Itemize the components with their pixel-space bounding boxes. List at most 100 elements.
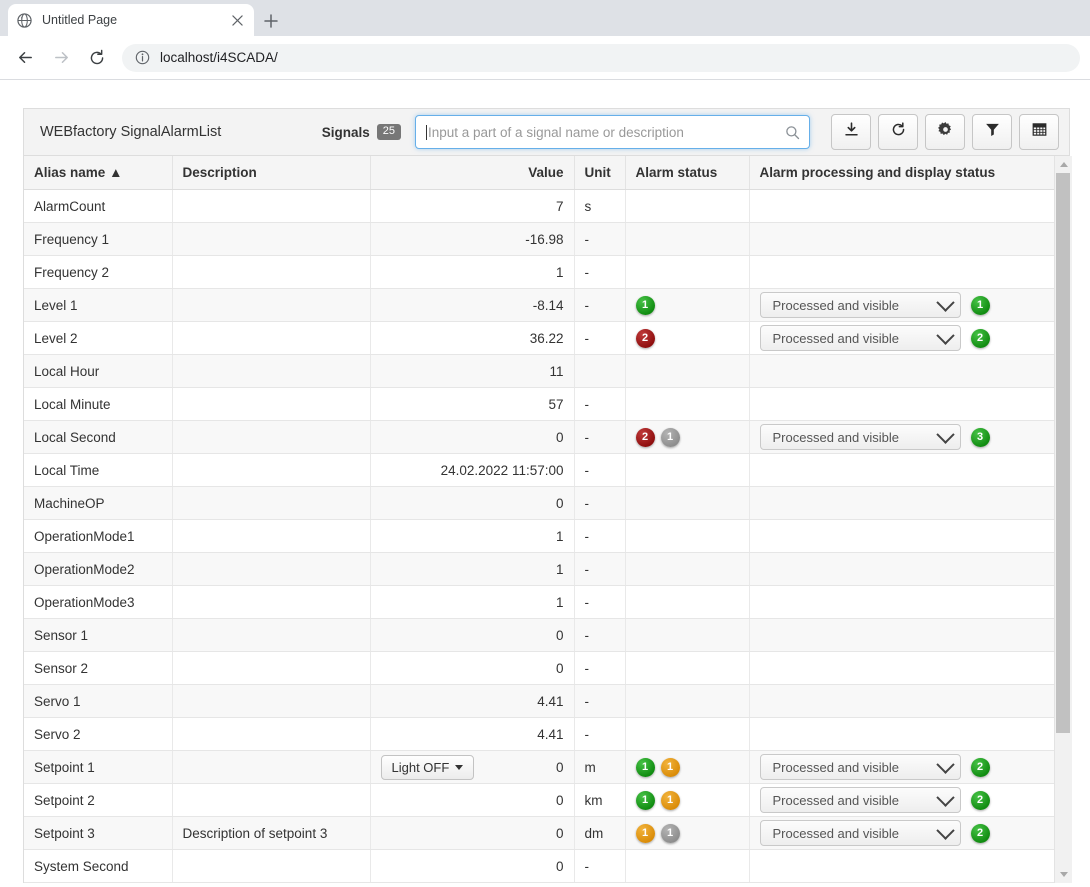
search-field-wrapper[interactable] [415,115,810,149]
processing-status-select[interactable]: Processed and visible [759,787,961,813]
triangle-down-icon[interactable] [1055,866,1072,883]
table-row[interactable]: Level 2 36.22-2 Processed and visible 2 [24,321,1054,355]
table-row[interactable]: OperationMode2 1- [24,552,1054,586]
table-row[interactable]: Local Hour 11 [24,354,1054,388]
column-header-unit[interactable]: Unit [574,156,626,190]
cell-alarm-status [625,453,750,487]
cell-alarm-processing: Processed and visible 2 [749,321,1054,355]
settings-button[interactable] [925,114,965,150]
plus-icon[interactable] [258,8,284,34]
refresh-button[interactable] [878,114,918,150]
value-cell-inner: 57 [381,388,563,420]
filter-button[interactable] [972,114,1012,150]
address-bar[interactable]: localhost/i4SCADA/ [122,43,1080,72]
scrollbar-thumb[interactable] [1056,173,1070,733]
value-text: 11 [549,363,564,379]
value-text: -16.98 [525,231,564,247]
cell-alarm-processing [749,222,1054,256]
alarm-status-badges [636,850,739,882]
processing-count-badge: 2 [970,823,990,843]
cell-alarm-status [625,222,750,256]
cell-unit: - [574,618,626,652]
close-icon[interactable] [228,11,246,29]
column-header-value[interactable]: Value [370,156,575,190]
value-text: 0 [555,759,564,775]
value-text: 1 [555,528,564,544]
value-text: 1 [555,264,564,280]
processing-status-select[interactable]: Processed and visible [759,424,961,450]
alarm-status-badges [636,619,739,651]
value-cell-inner: 7 [381,190,564,222]
cell-alarm-processing [749,519,1054,553]
table-row[interactable]: Local Second 0-2 1 Processed and visible 3 [24,420,1054,454]
table-row[interactable]: Frequency 2 1- [24,255,1054,289]
cell-alarm-processing [749,354,1054,388]
table-row[interactable]: Sensor 2 0- [24,651,1054,685]
cell-alias-name: Servo 1 [24,684,173,718]
cell-alarm-processing: Processed and visible 1 [749,288,1054,322]
columns-grid-button[interactable] [1019,114,1059,150]
cell-alias-name: OperationMode1 [24,519,173,553]
scrollbar-track[interactable] [1055,173,1072,866]
filter-icon [985,122,1000,142]
cell-unit: m [574,750,626,784]
table-row[interactable]: Servo 2 4.41- [24,717,1054,751]
cell-description [172,486,371,520]
table-row[interactable]: AlarmCount 7 s [24,189,1054,223]
triangle-up-icon[interactable] [1055,156,1072,173]
cell-value: 1 [370,585,575,619]
widget-header: WEBfactory SignalAlarmList Signals 25 [24,109,1069,156]
value-text: 7 [555,198,564,214]
gear-icon [937,122,953,142]
processing-inner: Processed and visible 2 [759,817,1045,849]
processing-status-select[interactable]: Processed and visible [759,292,961,318]
column-header-alarm-processing[interactable]: Alarm processing and display status [749,156,1054,190]
cell-value: 1 [370,552,575,586]
cell-alarm-status: 11 [625,816,750,850]
value-cell-inner: 0 [381,850,564,882]
table-row[interactable]: OperationMode3 1- [24,585,1054,619]
export-download-button[interactable] [831,114,871,150]
column-header-description[interactable]: Description [172,156,371,190]
processing-count-badge: 2 [970,790,990,810]
alarm-status-badges: 11 [635,817,739,849]
table-row[interactable]: Setpoint 1 Light OFF 0 m 1 1 Processed and vis… [24,750,1054,784]
search-icon[interactable] [785,125,800,140]
processing-status-select[interactable]: Processed and visible [759,754,961,780]
cell-unit: km [574,783,626,817]
status-badge: 1 [635,757,655,777]
table-row[interactable]: MachineOP 0- [24,486,1054,520]
alarm-status-badges [636,256,739,288]
column-header-alias-name[interactable]: Alias name ▲ [24,156,173,190]
cell-alarm-status [625,387,750,421]
arrow-right-icon[interactable] [46,43,76,73]
table-row[interactable]: System Second 0- [24,849,1054,883]
light-toggle-button[interactable]: Light OFF [380,754,475,780]
browser-tab[interactable]: Untitled Page [8,4,254,36]
table-row[interactable]: Setpoint 3 Description of setpoint 3 0 dm 1 1… [24,816,1054,850]
table-row[interactable]: Local Time 24.02.2022 11:57:00- [24,453,1054,487]
table-row[interactable]: OperationMode1 1- [24,519,1054,553]
column-header-alarm-status[interactable]: Alarm status [625,156,750,190]
value-cell-inner: Light OFF 0 [380,751,564,783]
info-circle-icon[interactable] [134,50,150,66]
table-row[interactable]: Level 1 -8.14-1 Processed and visible 1 [24,288,1054,322]
cell-alarm-processing: Processed and visible 2 [749,816,1054,850]
table-row[interactable]: Local Minute 57- [24,387,1054,421]
table-scrollbar[interactable] [1054,156,1072,883]
cell-value: -8.14 [370,288,575,322]
processing-status-select[interactable]: Processed and visible [759,820,961,846]
cell-alarm-status [625,486,750,520]
arrow-left-icon[interactable] [10,43,40,73]
table-row[interactable]: Setpoint 2 0 km 1 1 Processed and visible 2 [24,783,1054,817]
cell-alarm-processing [749,618,1054,652]
table-row[interactable]: Servo 1 4.41- [24,684,1054,718]
reload-icon[interactable] [82,43,112,73]
table-row[interactable]: Sensor 1 0- [24,618,1054,652]
processing-status-select[interactable]: Processed and visible [759,325,961,351]
cell-alarm-processing [749,453,1054,487]
search-input[interactable] [428,124,785,140]
table-row[interactable]: Frequency 1 -16.98- [24,222,1054,256]
light-toggle-label: Light OFF [391,759,450,775]
cell-alias-name: Local Minute [24,387,173,421]
